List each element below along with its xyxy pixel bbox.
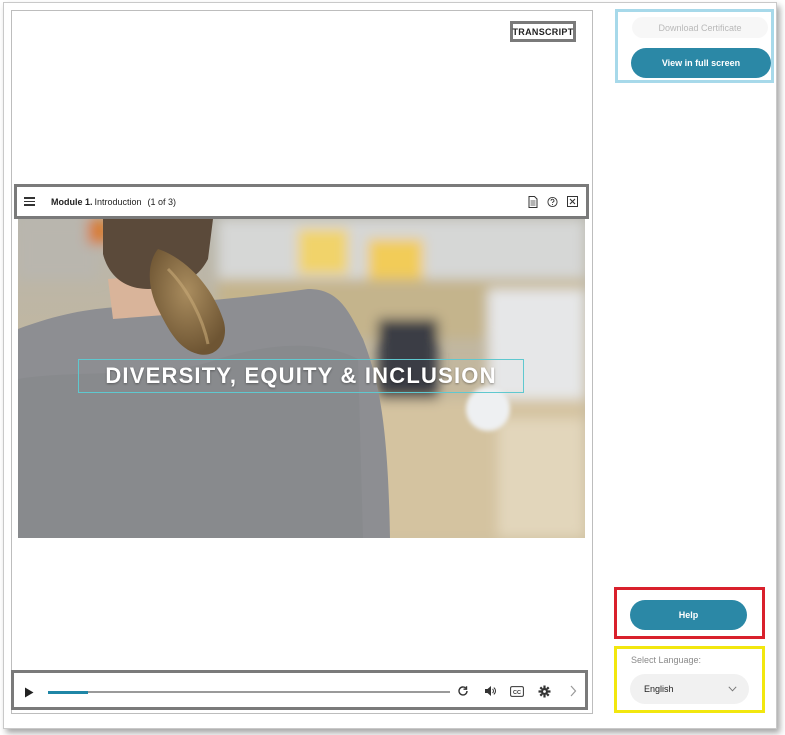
view-fullscreen-button[interactable]: View in full screen: [631, 48, 771, 78]
question-icon[interactable]: [547, 196, 558, 207]
svg-text:CC: CC: [513, 689, 521, 695]
hamburger-menu-icon[interactable]: [24, 197, 35, 206]
module-header-bar: Module 1. Introduction (1 of 3): [14, 184, 589, 219]
help-button[interactable]: Help: [630, 600, 747, 630]
document-icon[interactable]: [527, 195, 538, 208]
close-icon[interactable]: [567, 196, 578, 207]
certificate-actions: Download Certificate View in full screen: [615, 9, 774, 83]
chevron-right-icon[interactable]: [566, 684, 580, 698]
module-number: Module 1.: [51, 196, 93, 207]
module-title: Module 1. Introduction: [51, 197, 142, 207]
video-frame[interactable]: DIVERSITY, EQUITY & INCLUSION: [18, 219, 585, 538]
transcript-button[interactable]: TRANSCRIPT: [510, 21, 576, 42]
player-controls: CC: [11, 670, 588, 710]
video-title-overlay: DIVERSITY, EQUITY & INCLUSION: [78, 359, 524, 393]
progress-fill: [48, 690, 89, 694]
gear-icon[interactable]: [537, 684, 551, 698]
module-count: (1 of 3): [147, 196, 177, 207]
play-icon[interactable]: [24, 685, 34, 703]
help-section: Help: [614, 587, 765, 639]
download-certificate-button[interactable]: Download Certificate: [632, 17, 768, 38]
volume-icon[interactable]: [483, 684, 497, 698]
replay-icon[interactable]: [456, 684, 470, 698]
language-label: Select Language:: [631, 655, 702, 665]
language-section: Select Language: English: [614, 646, 765, 713]
closed-captions-icon[interactable]: CC: [509, 684, 525, 698]
language-select[interactable]: English: [630, 674, 749, 704]
module-name: Introduction: [94, 196, 142, 207]
chevron-down-icon: [728, 684, 737, 694]
progress-bar[interactable]: [48, 690, 450, 694]
language-value: English: [644, 684, 674, 694]
